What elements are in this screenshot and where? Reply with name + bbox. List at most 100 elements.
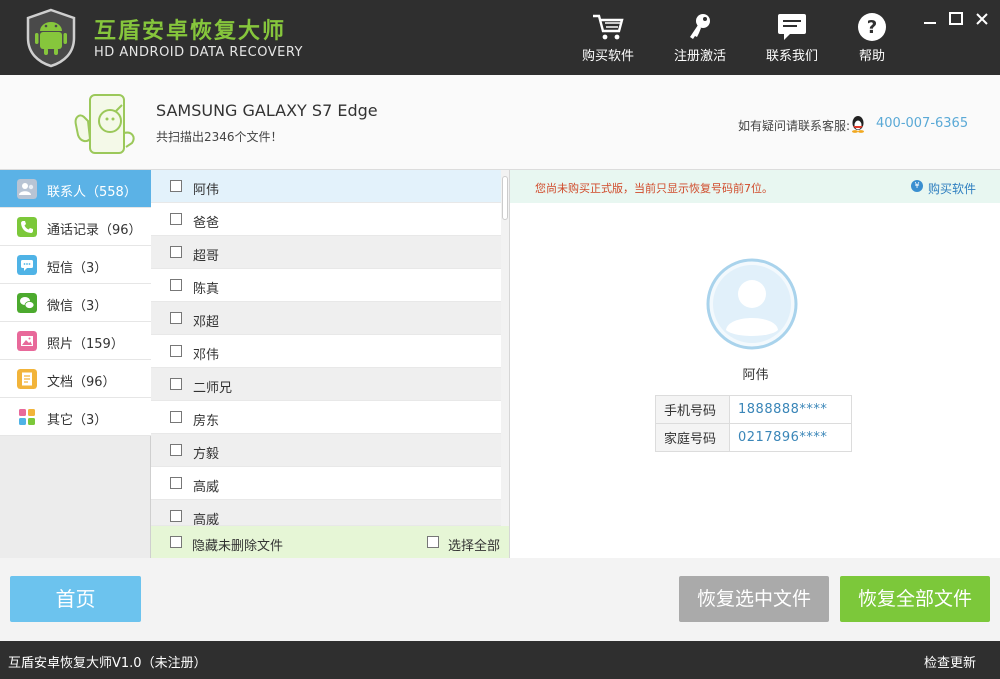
row-checkbox[interactable] [170, 444, 182, 456]
field-key: 家庭号码 [655, 423, 730, 452]
wechat-icon [17, 293, 37, 313]
close-icon[interactable] [973, 10, 991, 28]
contact-detail-panel: 您尚未购买正式版，当前只显示恢复号码前7位。 ¥ 购买软件 阿伟 手机号码 18… [509, 170, 1000, 558]
contacts-icon [17, 179, 37, 199]
buy-software-button[interactable]: 购买软件 [568, 12, 648, 68]
recover-selected-button[interactable]: 恢复选中文件 [679, 576, 829, 622]
help-button[interactable]: ? 帮助 [832, 12, 912, 68]
trial-notice-bar: 您尚未购买正式版，当前只显示恢复号码前7位。 ¥ 购买软件 [510, 170, 1000, 203]
qq-penguin-icon[interactable] [850, 115, 866, 133]
list-item[interactable]: 方毅 [151, 434, 501, 467]
check-update-link[interactable]: 检查更新 [924, 652, 976, 671]
sidebar-item-wechat[interactable]: 微信（3） [0, 284, 151, 322]
contact-name-cell: 二师兄 [193, 381, 233, 396]
sidebar-item-label: 联系人（558） [47, 185, 137, 200]
hide-undeleted-label[interactable]: 隐藏未删除文件 [192, 535, 283, 554]
nav-label: 帮助 [858, 49, 885, 64]
svg-text:?: ? [867, 17, 877, 38]
sidebar-item-label: 文档（96） [47, 375, 116, 390]
scrollbar-thumb[interactable] [502, 176, 508, 220]
buy-software-link[interactable]: 购买软件 [928, 180, 976, 197]
sidebar-item-sms[interactable]: 短信（3） [0, 246, 151, 284]
list-item[interactable]: 超哥 [151, 236, 501, 269]
minimize-icon[interactable] [921, 10, 939, 28]
row-checkbox[interactable] [170, 279, 182, 291]
support-phone: 400-007-6365 [876, 116, 969, 131]
row-checkbox[interactable] [170, 378, 182, 390]
row-checkbox[interactable] [170, 510, 182, 522]
sidebar-item-label: 短信（3） [47, 261, 108, 276]
row-checkbox[interactable] [170, 213, 182, 225]
phone-icon [17, 217, 37, 237]
recover-all-button[interactable]: 恢复全部文件 [840, 576, 990, 622]
sidebar-item-label: 其它（3） [47, 413, 108, 428]
field-value: 0217896**** [729, 423, 852, 452]
row-checkbox[interactable] [170, 180, 182, 192]
sidebar-item-documents[interactable]: 文档（96） [0, 360, 151, 398]
category-sidebar: 联系人（558） 通话记录（96） 短信（3） 微信（3） 照片（159） 文档… [0, 170, 151, 558]
list-item[interactable]: 高威 [151, 500, 501, 526]
sidebar-item-label: 照片（159） [47, 337, 124, 352]
list-item[interactable]: 房东 [151, 401, 501, 434]
contact-name-cell: 房东 [193, 414, 220, 429]
contact-name-cell: 邓伟 [193, 348, 220, 363]
app-title: 互盾安卓恢复大师 [94, 19, 287, 44]
list-item[interactable]: 陈真 [151, 269, 501, 302]
contact-avatar-icon [706, 258, 798, 350]
sidebar-item-label: 微信（3） [47, 299, 108, 314]
row-checkbox[interactable] [170, 246, 182, 258]
list-item[interactable]: 爸爸 [151, 203, 501, 236]
contact-name-cell: 超哥 [193, 249, 220, 264]
sms-icon [17, 255, 37, 275]
contact-name-cell: 阿伟 [193, 183, 220, 198]
app-subtitle: HD ANDROID DATA RECOVERY [94, 45, 303, 60]
contact-name-cell: 爸爸 [193, 216, 220, 231]
select-all-checkbox[interactable] [427, 536, 439, 548]
register-activate-button[interactable]: 注册激活 [660, 12, 740, 68]
list-item[interactable]: 阿伟 [151, 170, 501, 203]
contact-info-table: 手机号码 1888888**** 家庭号码 0217896**** [655, 395, 852, 452]
select-all-label[interactable]: 选择全部 [448, 535, 500, 554]
table-row: 家庭号码 0217896**** [655, 423, 852, 452]
row-checkbox[interactable] [170, 312, 182, 324]
sidebar-item-other[interactable]: 其它（3） [0, 398, 151, 436]
yen-icon: ¥ [911, 180, 923, 192]
list-item[interactable]: 高威 [151, 467, 501, 500]
hide-undeleted-checkbox[interactable] [170, 536, 182, 548]
table-row: 手机号码 1888888**** [655, 395, 852, 424]
sidebar-item-call-log[interactable]: 通话记录（96） [0, 208, 151, 246]
contact-name-cell: 邓超 [193, 315, 220, 330]
help-icon: ? [858, 13, 886, 41]
list-item[interactable]: 邓超 [151, 302, 501, 335]
field-value: 1888888**** [729, 395, 852, 424]
photo-icon [17, 331, 37, 351]
support-label: 如有疑问请联系客服: [738, 119, 851, 133]
contact-name-cell: 高威 [193, 513, 220, 526]
device-info-bar: SAMSUNG GALAXY S7 Edge 共扫描出2346个文件！ 如有疑问… [0, 75, 1000, 170]
android-shield-logo-icon [26, 8, 76, 68]
document-icon [17, 369, 37, 389]
list-item[interactable]: 二师兄 [151, 368, 501, 401]
other-icon [19, 409, 35, 425]
sidebar-item-label: 通话记录（96） [47, 223, 142, 238]
row-checkbox[interactable] [170, 345, 182, 357]
nav-label: 注册激活 [673, 49, 726, 64]
nav-label: 购买软件 [581, 49, 634, 64]
contact-name-cell: 高威 [193, 480, 220, 495]
list-scrollbar[interactable] [501, 170, 509, 526]
row-checkbox[interactable] [170, 411, 182, 423]
phone-recovery-icon [74, 94, 135, 154]
nav-label: 联系我们 [765, 49, 818, 64]
maximize-icon[interactable] [947, 10, 965, 28]
contact-us-button[interactable]: 联系我们 [752, 12, 832, 68]
row-checkbox[interactable] [170, 477, 182, 489]
home-button[interactable]: 首页 [10, 576, 141, 622]
list-footer: 隐藏未删除文件 选择全部 [151, 526, 509, 558]
contact-detail-name: 阿伟 [742, 368, 769, 383]
sidebar-item-photos[interactable]: 照片（159） [0, 322, 151, 360]
scan-summary: 共扫描出2346个文件！ [156, 130, 283, 144]
device-name: SAMSUNG GALAXY S7 Edge [156, 101, 378, 120]
sidebar-item-contacts[interactable]: 联系人（558） [0, 170, 151, 208]
contact-name-cell: 陈真 [193, 282, 220, 297]
list-item[interactable]: 邓伟 [151, 335, 501, 368]
